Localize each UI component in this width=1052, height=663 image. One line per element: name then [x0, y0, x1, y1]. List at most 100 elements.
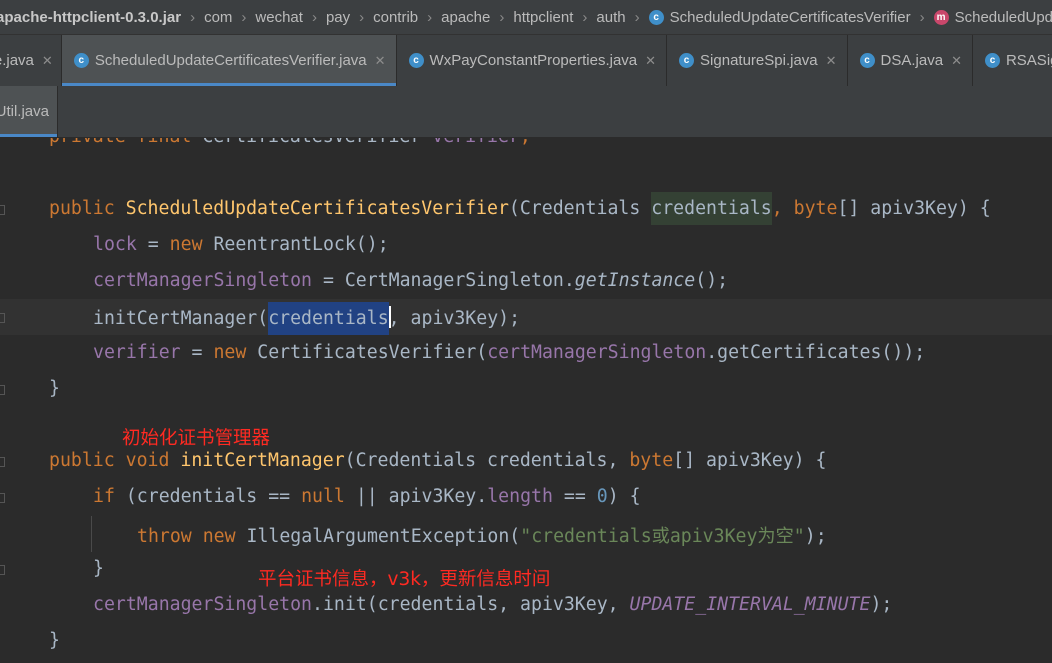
token: initCertManager(: [93, 308, 269, 329]
editor-tabs-row-2: KeyUtil.java: [0, 86, 1052, 137]
token: private final: [49, 138, 202, 147]
chevron-right-icon: ›: [919, 8, 925, 26]
token: }: [49, 630, 60, 651]
close-icon[interactable]: ✕: [826, 53, 837, 69]
token: verifier: [432, 138, 520, 147]
code-editor[interactable]: private final CertificatesVerifier verif…: [0, 138, 1052, 663]
token: IllegalArgumentException(: [246, 526, 521, 547]
token: public: [49, 198, 126, 219]
breadcrumb-class-label: ScheduledUpdateCertificatesVerifier: [669, 8, 911, 26]
breadcrumb-com[interactable]: com: [204, 9, 232, 26]
selected-text: credentials: [268, 302, 389, 335]
token: if: [93, 486, 126, 507]
token: }: [49, 378, 60, 399]
tab-dsa[interactable]: c DSA.java ✕: [848, 35, 973, 86]
code-line-current: initCertManager(credentials, apiv3Key);: [93, 302, 521, 335]
close-icon[interactable]: ✕: [645, 53, 656, 69]
tab-label: WxPayConstantProperties.java: [429, 52, 638, 69]
token: certManagerSingleton: [487, 342, 707, 363]
chevron-right-icon: ›: [582, 8, 588, 26]
token: (credentials ==: [125, 486, 302, 507]
fold-icon[interactable]: [0, 493, 5, 503]
breadcrumb-pay[interactable]: pay: [326, 9, 350, 26]
editor-tabs: Signature.java ✕ c ScheduledUpdateCertif…: [0, 35, 1052, 86]
token: lock: [93, 234, 137, 255]
annotation-platform-cert: 平台证书信息，v3k，更新信息时间: [258, 569, 551, 590]
tab-signature[interactable]: Signature.java ✕: [0, 35, 62, 86]
tab-scheduled-update-certificates-verifier[interactable]: c ScheduledUpdateCertificatesVerifier.ja…: [61, 35, 397, 86]
tab-label: RSASignature.java: [1005, 52, 1052, 69]
tab-label: SignatureSpi.java: [700, 52, 818, 69]
token: public void: [49, 450, 181, 471]
code-line: }: [49, 630, 60, 651]
chevron-right-icon: ›: [190, 8, 196, 26]
chevron-right-icon: ›: [499, 8, 505, 26]
breadcrumb-apache[interactable]: apache: [441, 9, 490, 26]
fold-icon[interactable]: [0, 313, 5, 323]
close-icon[interactable]: ✕: [42, 53, 53, 69]
code-line: private final CertificatesVerifier verif…: [49, 138, 531, 147]
breadcrumb-jar[interactable]: apache-httpclient-0.3.0.jar: [0, 9, 181, 26]
token: .init(credentials, apiv3Key,: [312, 594, 630, 615]
tab-second-row[interactable]: KeyUtil.java: [0, 86, 58, 137]
token: null: [301, 486, 356, 507]
code-line: lock = new ReentrantLock();: [93, 234, 389, 255]
close-icon[interactable]: ✕: [375, 53, 386, 69]
chevron-right-icon: ›: [311, 8, 317, 26]
fold-icon[interactable]: [0, 457, 5, 467]
token: "credentials或apiv3Key为空": [520, 526, 805, 547]
token: byte: [629, 450, 674, 471]
token: ) {: [607, 486, 641, 507]
code-line: throw new IllegalArgumentException("cred…: [137, 522, 827, 548]
breadcrumb: apache-httpclient-0.3.0.jar › com › wech…: [0, 0, 1052, 35]
class-icon: c: [679, 53, 695, 68]
fold-icon[interactable]: [0, 205, 5, 215]
token: credentials: [651, 192, 772, 225]
breadcrumb-method-label: ScheduledUpdateCertificatesVerifier: [954, 8, 1052, 26]
breadcrumb-method[interactable]: m ScheduledUpdateCertificatesVerifier: [933, 8, 1052, 26]
chevron-right-icon: ›: [241, 8, 247, 26]
token: , apiv3Key);: [388, 308, 521, 329]
class-icon: c: [73, 53, 89, 68]
breadcrumb-wechat[interactable]: wechat: [255, 9, 303, 26]
token: new: [169, 234, 214, 255]
token: initCertManager: [180, 450, 345, 471]
tab-wxpay-constant-properties[interactable]: c WxPayConstantProperties.java ✕: [397, 35, 668, 86]
code-line: verifier = new CertificatesVerifier(cert…: [93, 342, 925, 363]
token: certManagerSingleton: [93, 594, 312, 615]
code-line: public void initCertManager(Credentials …: [49, 450, 826, 471]
class-icon: c: [648, 9, 664, 25]
token: ScheduledUpdateCertificatesVerifier: [125, 198, 509, 219]
token: =: [136, 234, 170, 255]
token: [] apiv3Key) {: [673, 450, 827, 471]
token: ,: [771, 198, 794, 219]
tab-rsa-signature[interactable]: c RSASignature.java: [973, 35, 1052, 86]
fold-icon[interactable]: [0, 565, 5, 575]
chevron-right-icon: ›: [634, 8, 640, 26]
token: verifier: [93, 342, 181, 363]
breadcrumb-contrib[interactable]: contrib: [373, 9, 418, 26]
token: CertificatesVerifier: [202, 138, 432, 147]
class-icon: c: [859, 53, 875, 68]
token: || apiv3Key.: [355, 486, 488, 507]
tab-label: Signature.java: [0, 52, 34, 69]
code-line: public ScheduledUpdateCertificatesVerifi…: [49, 192, 991, 225]
token: ReentrantLock();: [213, 234, 389, 255]
chevron-right-icon: ›: [359, 8, 365, 26]
breadcrumb-httpclient[interactable]: httpclient: [513, 9, 573, 26]
token: CertificatesVerifier(: [257, 342, 488, 363]
token: );: [870, 594, 893, 615]
token: byte: [793, 198, 838, 219]
tab-signature-spi[interactable]: c SignatureSpi.java ✕: [667, 35, 848, 86]
token: length: [487, 486, 553, 507]
token: throw new: [137, 526, 247, 547]
breadcrumb-auth[interactable]: auth: [596, 9, 625, 26]
code-line: certManagerSingleton = CertManagerSingle…: [93, 270, 728, 291]
breadcrumb-class[interactable]: c ScheduledUpdateCertificatesVerifier: [648, 8, 911, 26]
token: getInstance: [574, 270, 696, 291]
tab-label: ScheduledUpdateCertificatesVerifier.java: [94, 52, 367, 69]
code-line: certManagerSingleton.init(credentials, a…: [93, 594, 892, 615]
code-line: }: [49, 378, 60, 399]
fold-icon[interactable]: [0, 385, 5, 395]
close-icon[interactable]: ✕: [951, 53, 962, 69]
